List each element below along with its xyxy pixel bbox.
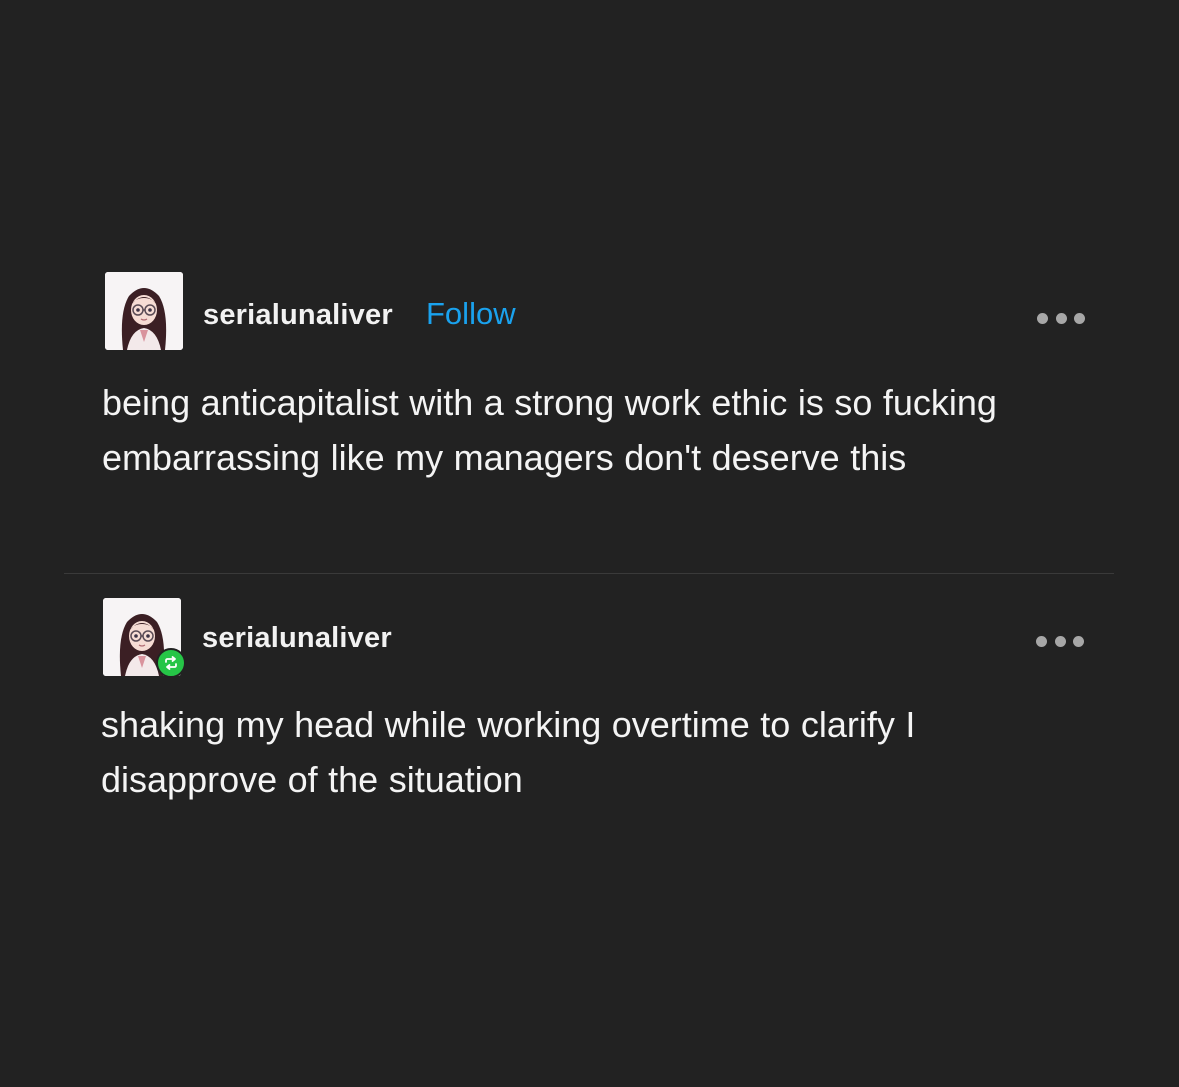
dot [1054, 635, 1066, 647]
reblog-icon [156, 648, 186, 678]
more-options-icon[interactable] [1036, 634, 1084, 648]
post-body: shaking my head while working overtime t… [101, 704, 916, 800]
avatar[interactable] [105, 272, 183, 350]
username[interactable]: serialunaliver [202, 621, 392, 655]
dot [1074, 312, 1085, 324]
dot [1036, 635, 1047, 647]
follow-button[interactable]: Follow [426, 296, 516, 332]
divider [64, 573, 1114, 574]
dot [1073, 635, 1084, 647]
dot [1037, 312, 1048, 324]
more-options-icon[interactable] [1037, 311, 1085, 325]
dot [1055, 312, 1067, 324]
post-body: being anticapitalist with a strong work … [102, 382, 997, 478]
username[interactable]: serialunaliver [203, 298, 393, 332]
avatar-illustration [105, 272, 183, 350]
